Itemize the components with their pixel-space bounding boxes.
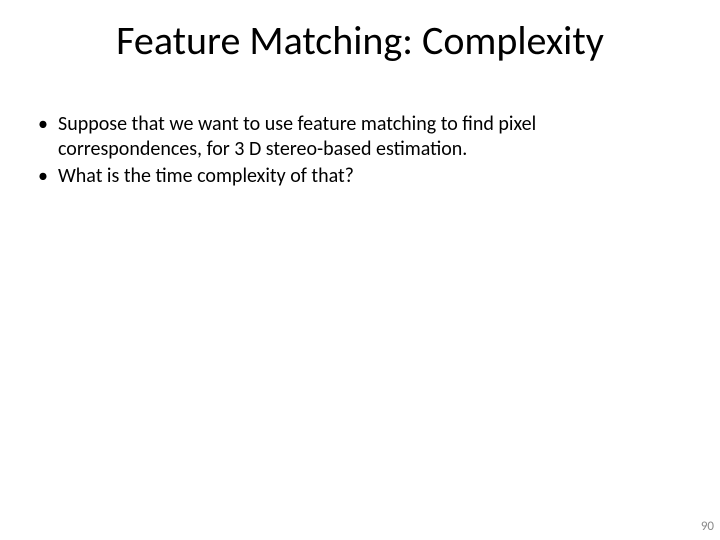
list-item: What is the time complexity of that? — [36, 164, 684, 189]
slide-body: Suppose that we want to use feature matc… — [36, 112, 684, 191]
list-item: Suppose that we want to use feature matc… — [36, 112, 684, 162]
page-number: 90 — [701, 519, 714, 534]
bullet-list: Suppose that we want to use feature matc… — [36, 112, 684, 189]
slide-title: Feature Matching: Complexity — [0, 16, 720, 65]
slide: Feature Matching: Complexity Suppose tha… — [0, 0, 720, 540]
